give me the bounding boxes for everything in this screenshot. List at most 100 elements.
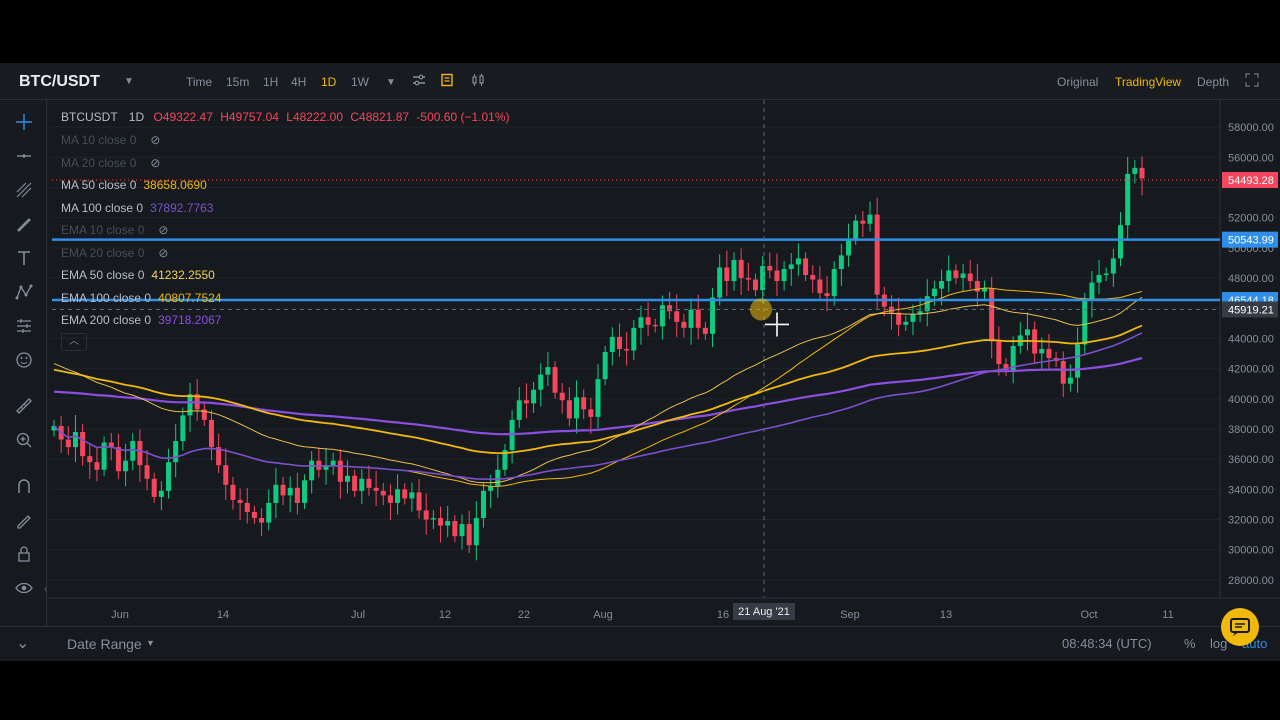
candle-body[interactable] — [874, 214, 880, 295]
candle-body[interactable] — [452, 521, 458, 537]
crosshair-icon[interactable] — [14, 112, 34, 132]
candle-body[interactable] — [294, 487, 300, 503]
candle-body[interactable] — [953, 270, 959, 279]
candle-body[interactable] — [810, 275, 816, 280]
indicator-legend-row[interactable]: MA 10 close 0 ⊘ — [61, 133, 160, 147]
tf-1d[interactable]: 1D — [321, 75, 336, 89]
candle-body[interactable] — [996, 341, 1002, 365]
date-range-caret-icon[interactable]: ▼ — [146, 638, 155, 648]
candle-body[interactable] — [287, 487, 293, 496]
candle-body[interactable] — [352, 475, 358, 491]
candle-body[interactable] — [309, 460, 315, 481]
candle-body[interactable] — [366, 478, 372, 488]
collapse-legend-chevron-icon[interactable]: ︿ — [61, 333, 87, 351]
tf-1w[interactable]: 1W — [351, 75, 369, 89]
candle-body[interactable] — [180, 415, 186, 442]
candle-body[interactable] — [752, 279, 758, 291]
candle-body[interactable] — [430, 518, 436, 520]
candle-body[interactable] — [409, 492, 415, 499]
indicators-icon[interactable] — [412, 73, 426, 87]
candle-body[interactable] — [638, 317, 644, 328]
zoom-in-icon[interactable] — [14, 430, 34, 450]
candle-body[interactable] — [94, 462, 100, 470]
view-depth-tab[interactable]: Depth — [1197, 75, 1229, 89]
lock-icon[interactable] — [14, 544, 34, 564]
candle-body[interactable] — [151, 478, 157, 497]
candle-body[interactable] — [273, 484, 279, 503]
indicator-legend-row[interactable]: MA 100 close 0 37892.7763 — [61, 201, 213, 215]
candle-body[interactable] — [788, 264, 794, 269]
candle-body[interactable] — [223, 465, 229, 485]
candle-body[interactable] — [516, 400, 522, 420]
emoji-icon[interactable] — [14, 350, 34, 370]
symbol-selector[interactable]: BTC/USDT — [19, 73, 100, 91]
candle-body[interactable] — [631, 327, 637, 351]
tf-1h[interactable]: 1H — [263, 75, 278, 89]
candle-body[interactable] — [495, 469, 501, 487]
candle-body[interactable] — [974, 281, 980, 292]
eye-hidden-icon[interactable]: ⊘ — [150, 156, 160, 170]
candle-body[interactable] — [445, 521, 451, 526]
candle-body[interactable] — [280, 484, 286, 496]
candle-body[interactable] — [72, 431, 78, 448]
candle-body[interactable] — [65, 439, 71, 448]
candle-body[interactable] — [395, 489, 401, 503]
candle-body[interactable] — [158, 490, 164, 497]
candle-body[interactable] — [302, 480, 308, 503]
candle-body[interactable] — [645, 317, 651, 325]
candle-type-icon[interactable] — [471, 73, 485, 87]
candle-body[interactable] — [559, 392, 565, 401]
candle-body[interactable] — [130, 441, 136, 461]
tf-4h[interactable]: 4H — [291, 75, 306, 89]
text-tool-icon[interactable] — [14, 248, 34, 268]
candle-body[interactable] — [144, 465, 150, 479]
candle-body[interactable] — [380, 490, 386, 496]
candle-body[interactable] — [803, 258, 809, 276]
candle-body[interactable] — [616, 336, 622, 349]
candle-body[interactable] — [1103, 273, 1109, 276]
candle-body[interactable] — [1125, 173, 1131, 226]
candle-body[interactable] — [251, 511, 257, 519]
candle-body[interactable] — [982, 288, 988, 292]
candle-body[interactable] — [1039, 348, 1045, 354]
candle-body[interactable] — [817, 279, 823, 294]
candle-body[interactable] — [731, 259, 737, 282]
candle-body[interactable] — [473, 518, 479, 546]
candle-body[interactable] — [860, 220, 866, 224]
candle-body[interactable] — [1046, 348, 1052, 359]
candle-body[interactable] — [1139, 167, 1145, 179]
candle-body[interactable] — [244, 502, 250, 512]
candle-body[interactable] — [359, 478, 365, 491]
candle-body[interactable] — [896, 312, 902, 325]
view-tradingview-tab[interactable]: TradingView — [1115, 75, 1181, 89]
candle-body[interactable] — [552, 367, 558, 393]
eye-hidden-icon[interactable]: ⊘ — [150, 133, 160, 147]
tf-time[interactable]: Time — [186, 75, 212, 89]
candle-body[interactable] — [1132, 167, 1138, 174]
candle-body[interactable] — [767, 265, 773, 271]
candle-body[interactable] — [667, 305, 673, 312]
price-chart[interactable]: 58000.00 56000.00 52000.00 50000.00 48000.00… — [0, 100, 1280, 660]
tf-15m[interactable]: 15m — [226, 75, 249, 89]
candle-body[interactable] — [566, 400, 572, 419]
candle-body[interactable] — [344, 475, 350, 482]
candle-body[interactable] — [466, 524, 472, 546]
candle-body[interactable] — [1024, 329, 1030, 336]
candle-body[interactable] — [137, 441, 143, 466]
tf-more-caret-icon[interactable]: ▼ — [386, 77, 396, 88]
candle-body[interactable] — [989, 288, 995, 342]
pencil-lock-icon[interactable] — [14, 510, 34, 530]
candle-body[interactable] — [795, 258, 801, 265]
candle-body[interactable] — [674, 311, 680, 322]
candle-body[interactable] — [595, 379, 601, 417]
candle-body[interactable] — [745, 278, 751, 280]
candle-body[interactable] — [581, 397, 587, 410]
candle-body[interactable] — [1082, 300, 1088, 345]
candle-body[interactable] — [824, 293, 830, 297]
candle-body[interactable] — [1075, 344, 1081, 378]
pattern-tool-icon[interactable] — [14, 282, 34, 302]
candle-body[interactable] — [87, 456, 93, 463]
candle-body[interactable] — [123, 460, 129, 472]
candle-body[interactable] — [946, 270, 952, 282]
candle-body[interactable] — [960, 273, 966, 279]
